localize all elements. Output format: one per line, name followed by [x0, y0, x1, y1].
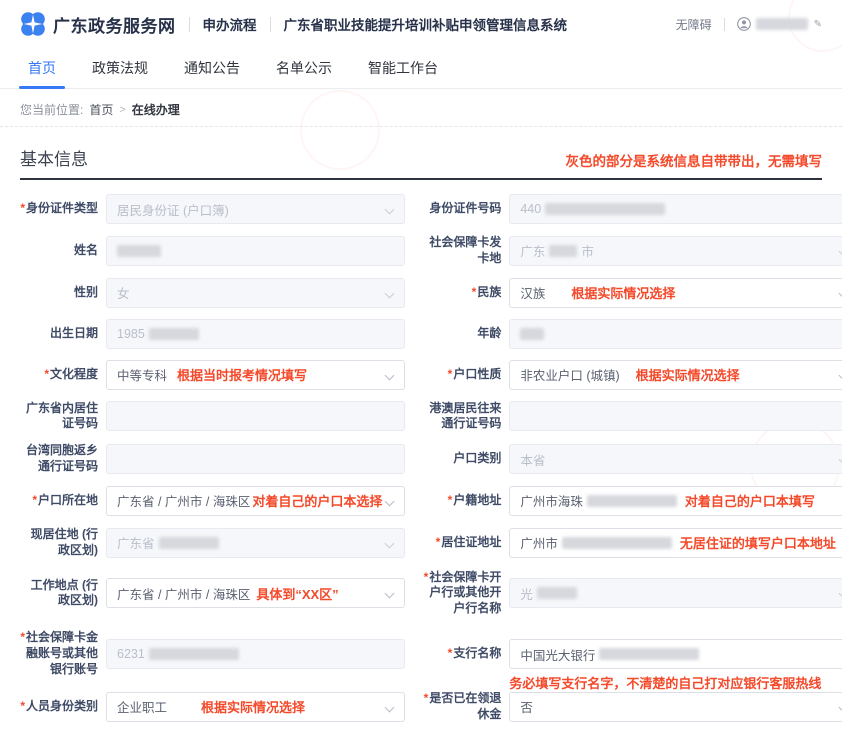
field-birth-date: 出生日期 1985 [20, 319, 405, 349]
field-name: 姓名 [20, 235, 405, 267]
system-title: 广东省职业技能提升培训补贴申领管理信息系统 [284, 14, 568, 34]
field-work-location: 工作地点 (行政区划) 广东省 / 广州市 / 海珠区具体到“XX区” [20, 570, 405, 617]
field-taiwan-permit-no: 台湾同胞返乡通行证号码 [20, 443, 405, 475]
field-annotation: 根据实际情况选择 [201, 697, 305, 716]
field-hukou-type: *户口性质 非农业户口 (城镇)根据实际情况选择 [423, 360, 842, 390]
breadcrumb-separator: > [119, 104, 125, 116]
field-annotation: 对着自己的户口本选择 [252, 491, 382, 510]
pension-status-select[interactable]: 否 [509, 692, 842, 722]
breadcrumb-current[interactable]: 在线办理 [132, 101, 180, 118]
caret-down-icon [838, 589, 842, 599]
ssc-issue-place-select: 广东 市 [509, 236, 842, 266]
person-category-select[interactable]: 企业职工根据实际情况选择 [106, 692, 405, 722]
user-account[interactable]: ✎ [737, 17, 822, 31]
hukou-category-select: 本省 [509, 444, 842, 474]
field-hukou-address: *户籍地址 广州市海珠 对着自己的户口本填写 [423, 486, 842, 516]
edit-icon: ✎ [814, 19, 822, 30]
caret-down-icon [385, 497, 395, 507]
gd-residence-permit-input [106, 401, 405, 431]
caret-down-icon [385, 538, 395, 548]
taiwan-permit-input [106, 444, 405, 474]
caret-down-icon [385, 288, 395, 298]
caret-down-icon [385, 702, 395, 712]
field-hukou-location: *户口所在地 广东省 / 广州市 / 海珠区对着自己的户口本选择 [20, 486, 405, 516]
ssc-bank-name-select: 光 [509, 578, 842, 608]
field-current-residence: 现居住地 (行政区划) 广东省 [20, 527, 405, 559]
caret-down-icon [385, 589, 395, 599]
brand-title: 广东政务服务网 [53, 12, 176, 37]
ethnicity-select[interactable]: 汉族根据实际情况选择 [509, 278, 842, 308]
field-annotation: 对着自己的户口本填写 [685, 491, 815, 510]
header: 广东政务服务网 申办流程 广东省职业技能提升培训补贴申领管理信息系统 无障碍 ✎ [0, 0, 842, 48]
work-location-select[interactable]: 广东省 / 广州市 / 海珠区具体到“XX区” [106, 578, 405, 608]
caret-down-icon [838, 288, 842, 298]
divider [724, 18, 725, 31]
hukou-address-input[interactable]: 广州市海珠 对着自己的户口本填写 [509, 486, 842, 516]
breadcrumb-prefix: 您当前位置: [20, 101, 83, 118]
caret-down-icon [838, 370, 842, 380]
branch-name-input[interactable]: 中国光大银行 [509, 639, 842, 669]
field-annotation: 根据当时报考情况填写 [177, 365, 307, 384]
user-name-masked [756, 18, 808, 30]
tab-notices[interactable]: 通知公告 [184, 48, 240, 89]
gov-logo-icon [20, 11, 46, 37]
field-age: 年龄 [423, 319, 842, 349]
field-residence-permit-address: *居住证地址 广州市 无居住证的填写户口本地址 [423, 527, 842, 559]
accessibility-link[interactable]: 无障碍 [676, 16, 712, 33]
field-gd-residence-permit-no: 广东省内居住证号码 [20, 401, 405, 433]
residence-permit-address-input[interactable]: 广州市 无居住证的填写户口本地址 [509, 528, 842, 558]
id-type-select: 居民身份证 (户口簿) [106, 194, 405, 224]
field-person-category: *人员身份类别 企业职工根据实际情况选择 [20, 691, 405, 723]
hukou-location-select[interactable]: 广东省 / 广州市 / 海珠区对着自己的户口本选择 [106, 486, 405, 516]
field-ssc-bank-name: *社会保障卡开户行或其他开户行名称 光 [423, 570, 842, 617]
field-annotation: 根据实际情况选择 [636, 365, 740, 384]
gender-select: 女 [106, 278, 405, 308]
field-annotation: 无居住证的填写户口本地址 [680, 533, 836, 552]
section-annotation: 灰色的部分是系统信息自带带出，无需填写 [566, 150, 823, 170]
field-ssc-account-no: *社会保障卡金融账号或其他银行账号 6231 [20, 628, 405, 680]
field-annotation: 务必填写支行名字，不清楚的自己打对应银行客服热线 [509, 673, 821, 692]
field-hk-macau-permit-no: 港澳居民往来通行证号码 [423, 401, 842, 433]
field-annotation: 根据实际情况选择 [571, 283, 675, 302]
breadcrumb-home[interactable]: 首页 [89, 101, 113, 118]
tab-public-list[interactable]: 名单公示 [276, 48, 332, 89]
breadcrumb: 您当前位置: 首页 > 在线办理 [0, 89, 842, 127]
field-id-type: *身份证件类型 居民身份证 (户口簿) [20, 194, 405, 224]
section-title: 基本信息 [20, 145, 88, 170]
hukou-type-select[interactable]: 非农业户口 (城镇)根据实际情况选择 [509, 360, 842, 390]
field-branch-name: *支行名称 中国光大银行 务必填写支行名字，不清楚的自己打对应银行客服热线 [423, 628, 842, 680]
caret-down-icon [385, 370, 395, 380]
field-education: *文化程度 中等专科根据当时报考情况填写 [20, 360, 405, 390]
current-residence-select: 广东省 [106, 528, 405, 558]
field-annotation: 具体到“XX区” [256, 584, 338, 603]
field-gender: 性别 女 [20, 278, 405, 308]
name-input [106, 236, 405, 266]
caret-down-icon [838, 246, 842, 256]
field-id-number: 身份证件号码 440 [423, 194, 842, 224]
ssc-account-input: 6231 [106, 639, 405, 669]
field-hukou-category: 户口类别 本省 [423, 443, 842, 475]
birth-date-input: 1985 [106, 319, 405, 349]
field-ssc-issue-place: 社会保障卡发卡地 广东 市 [423, 235, 842, 267]
caret-down-icon [838, 455, 842, 465]
id-number-input: 440 [509, 194, 842, 224]
user-icon [737, 17, 751, 31]
menu-item-process[interactable]: 申办流程 [203, 14, 257, 34]
field-ethnicity: *民族 汉族根据实际情况选择 [423, 278, 842, 308]
divider [189, 17, 190, 32]
caret-down-icon [385, 205, 395, 215]
field-pension-status: *是否已在领退休金 否 [423, 691, 842, 723]
caret-down-icon [838, 702, 842, 712]
basic-info-form: *身份证件类型 居民身份证 (户口簿) 身份证件号码 440 姓名 社会保障卡发… [0, 180, 842, 723]
hk-macau-permit-input [509, 401, 842, 431]
tab-home[interactable]: 首页 [28, 48, 56, 89]
tab-policies[interactable]: 政策法规 [92, 48, 148, 89]
tab-workbench[interactable]: 智能工作台 [368, 48, 438, 89]
divider [270, 17, 271, 32]
education-select[interactable]: 中等专科根据当时报考情况填写 [106, 360, 405, 390]
age-input [509, 319, 842, 349]
main-nav: 首页 政策法规 通知公告 名单公示 智能工作台 [0, 48, 842, 89]
